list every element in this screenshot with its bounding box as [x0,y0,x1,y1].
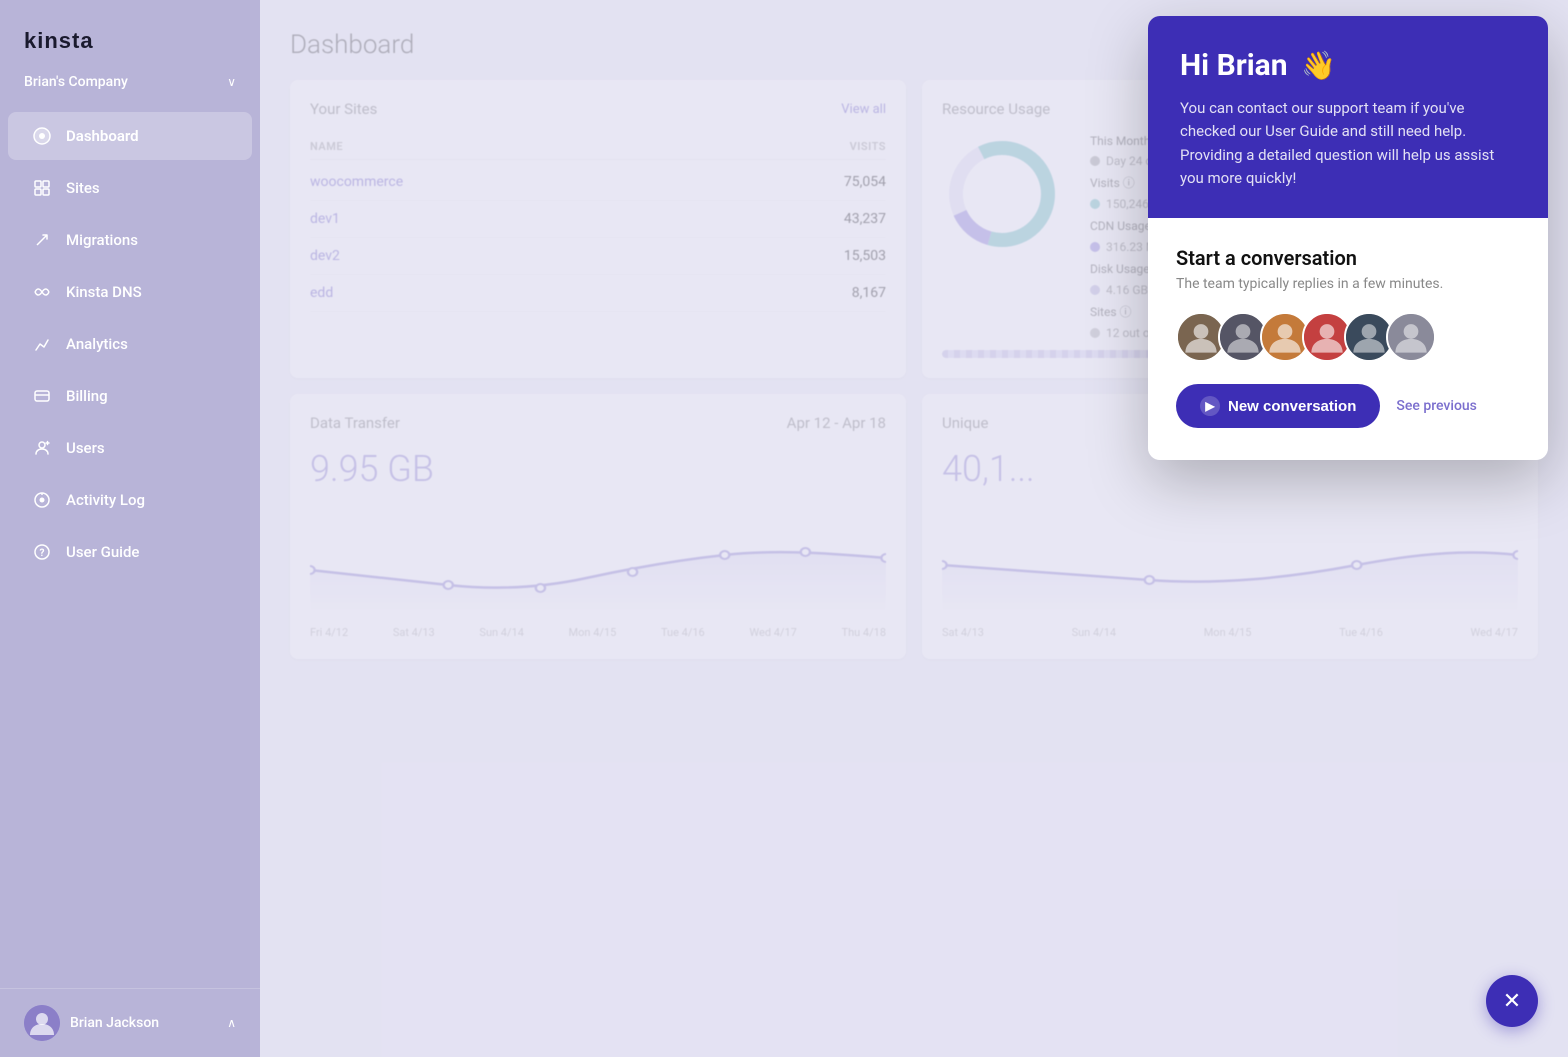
user-name: Brian Jackson [70,1015,217,1031]
svg-text:?: ? [40,548,45,559]
sidebar-item-kinsta-dns[interactable]: Kinsta DNS [8,268,252,316]
user-chevron-icon: ∧ [227,1016,236,1030]
sidebar-item-kinsta-dns-label: Kinsta DNS [66,283,142,301]
sidebar-item-billing[interactable]: Billing [8,372,252,420]
conversation-subtitle: The team typically replies in a few minu… [1176,276,1520,292]
sidebar: kinsta Brian's Company ∨ Dashboard Sites… [0,0,260,1057]
close-icon: ✕ [1503,988,1521,1014]
sidebar-item-billing-label: Billing [66,387,108,405]
greeting-text: Hi Brian [1180,48,1288,83]
analytics-icon [32,334,52,354]
conversation-arrow-icon: ▶ [1200,396,1220,416]
support-avatar-6 [1386,312,1436,362]
sidebar-item-sites[interactable]: Sites [8,164,252,212]
billing-icon [32,386,52,406]
close-chat-button[interactable]: ✕ [1486,975,1538,1027]
nav-menu: Dashboard Sites Migrations Kinsta DNS An… [0,110,260,988]
user-guide-icon: ? [32,542,52,562]
chat-description: You can contact our support team if you'… [1180,97,1516,190]
sidebar-item-activity-log[interactable]: Activity Log [8,476,252,524]
conversation-title: Start a conversation [1176,246,1520,270]
home-icon [32,126,52,146]
new-conversation-button[interactable]: ▶ New conversation [1176,384,1380,428]
main-content: Dashboard Your Sites View all NAME VISIT… [260,0,1568,1057]
see-previous-link[interactable]: See previous [1396,398,1477,414]
new-conversation-label: New conversation [1228,398,1356,415]
avatar [24,1005,60,1041]
support-chat-panel: Hi Brian 👋 You can contact our support t… [1148,16,1548,460]
sidebar-logo: kinsta [0,0,260,66]
dns-icon [32,282,52,302]
sidebar-item-users-label: Users [66,439,105,457]
sidebar-item-dashboard-label: Dashboard [66,127,139,145]
chat-header: Hi Brian 👋 You can contact our support t… [1148,16,1548,218]
sidebar-item-dashboard[interactable]: Dashboard [8,112,252,160]
wave-emoji: 👋 [1301,49,1336,82]
activity-log-icon [32,490,52,510]
sidebar-item-analytics[interactable]: Analytics [8,320,252,368]
company-selector[interactable]: Brian's Company ∨ [0,66,260,110]
sidebar-item-migrations-label: Migrations [66,231,138,249]
sidebar-item-activity-log-label: Activity Log [66,491,145,509]
users-icon [32,438,52,458]
sites-icon [32,178,52,198]
sidebar-item-sites-label: Sites [66,179,100,197]
chat-greeting: Hi Brian 👋 [1180,48,1516,83]
user-profile[interactable]: Brian Jackson ∧ [0,988,260,1057]
migrations-icon [32,230,52,250]
sidebar-item-user-guide[interactable]: ? User Guide [8,528,252,576]
sidebar-item-migrations[interactable]: Migrations [8,216,252,264]
company-chevron-icon: ∨ [227,75,236,89]
chat-body: Start a conversation The team typically … [1148,218,1548,460]
sidebar-item-analytics-label: Analytics [66,335,128,353]
logo-text: kinsta [24,28,94,53]
sidebar-item-user-guide-label: User Guide [66,543,139,561]
chat-actions: ▶ New conversation See previous [1176,384,1520,428]
sidebar-item-users[interactable]: Users [8,424,252,472]
company-name: Brian's Company [24,74,128,90]
support-avatars [1176,312,1520,362]
